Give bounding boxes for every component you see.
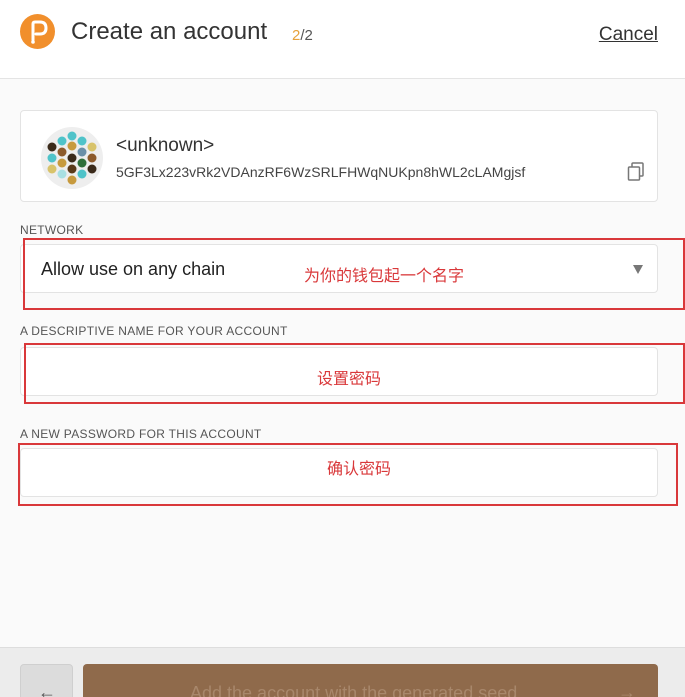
password-label: A NEW PASSWORD FOR THIS ACCOUNT <box>20 427 262 441</box>
page-title: Create an account <box>71 18 268 45</box>
arrow-left-icon: ← <box>38 682 56 697</box>
add-account-button-label: Add the account with the generated seed <box>190 683 518 697</box>
chevron-down-icon <box>633 265 643 274</box>
network-selected-value: Allow use on any chain <box>41 259 226 279</box>
cancel-link[interactable]: Cancel <box>599 24 658 46</box>
network-select[interactable]: Allow use on any chain <box>20 244 658 293</box>
account-address: 5GF3Lx223vRk2VDAnzRF6WzSRLFHWqNUKpn8hWL2… <box>116 164 526 180</box>
copy-icon[interactable] <box>627 162 645 182</box>
account-name: <unknown> <box>116 135 215 156</box>
identicon <box>41 127 103 189</box>
account-name-label: A DESCRIPTIVE NAME FOR YOUR ACCOUNT <box>20 324 288 338</box>
back-button[interactable]: ← <box>20 664 73 697</box>
account-card: <unknown> 5GF3Lx223vRk2VDAnzRF6WzSRLFHWq… <box>20 110 658 202</box>
arrow-right-icon: → <box>618 682 636 697</box>
step-indicator: 2/2 <box>292 27 313 44</box>
network-label: NETWORK <box>20 223 84 237</box>
header: Create an account 2/2 Cancel <box>0 0 685 79</box>
password-input[interactable] <box>20 448 658 497</box>
account-name-input[interactable] <box>20 347 658 396</box>
add-account-button[interactable]: Add the account with the generated seed … <box>83 664 658 697</box>
footer: ← Add the account with the generated see… <box>0 647 685 697</box>
polkadot-logo-icon <box>20 14 55 49</box>
step-total: /2 <box>300 27 313 44</box>
